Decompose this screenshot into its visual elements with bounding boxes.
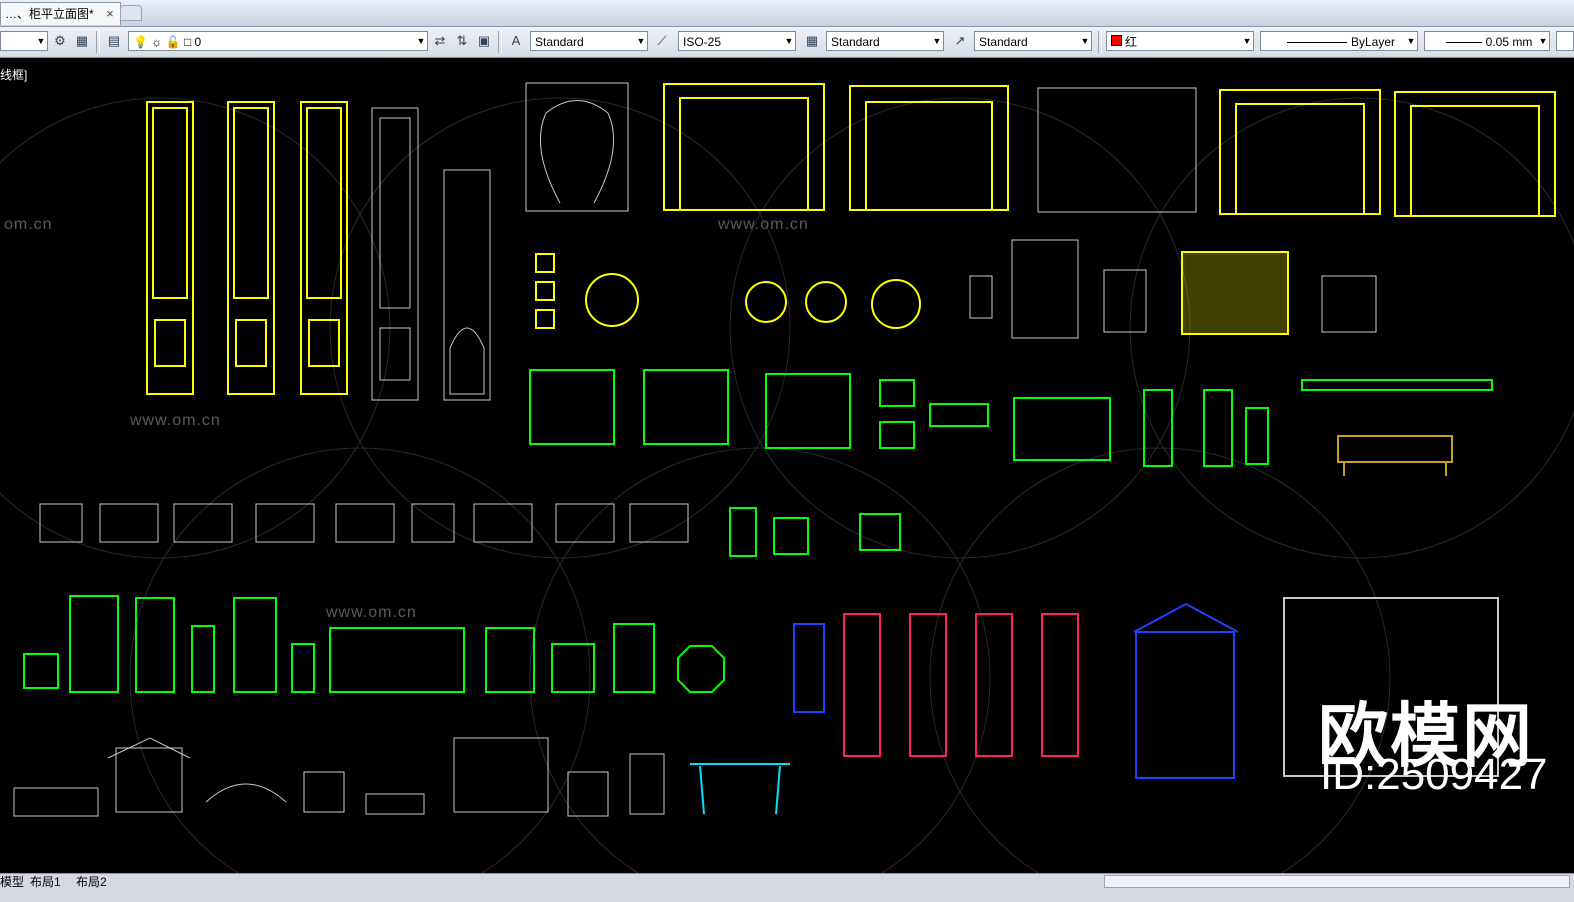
layout-tab-model[interactable]: 模型: [0, 875, 24, 889]
chevron-down-icon: ▼: [636, 36, 646, 46]
document-tab-title: …、柜平立面图*: [5, 7, 94, 21]
document-tab[interactable]: …、柜平立面图* ×: [0, 2, 121, 25]
multileader-style-combo[interactable]: Standard ▼: [974, 31, 1092, 51]
text-style-combo[interactable]: Standard ▼: [530, 31, 648, 51]
cyan-table: [690, 763, 790, 815]
chevron-down-icon: ▼: [1080, 36, 1090, 46]
table-style-icon[interactable]: ▦: [804, 33, 820, 49]
layer-combo[interactable]: 💡 ☼ 🔓 □ 0 ▼: [128, 31, 428, 51]
lineweight-combo[interactable]: 0.05 mm ▼: [1424, 31, 1550, 51]
properties-toolbar: ▼ ⚙ ▦ ▤ 💡 ☼ 🔓 □ 0 ▼ ⇄ ⇅ ▣ A Standard ▼ ⟋ …: [0, 27, 1574, 58]
watermark-url: om.cn: [4, 216, 53, 233]
layer-match-icon[interactable]: ⇅: [454, 33, 470, 49]
table-style-value: Standard: [831, 35, 880, 49]
linetype-value: ByLayer: [1350, 35, 1396, 49]
chevron-down-icon: ▼: [932, 36, 942, 46]
document-tab-bar: …、柜平立面图* ×: [0, 0, 1574, 27]
toolbar-separator: [96, 31, 100, 53]
sun-icon: ☼: [151, 35, 163, 49]
close-icon[interactable]: ×: [106, 3, 114, 25]
toolbar-separator: [1098, 31, 1102, 53]
watermark-url: www.om.cn: [718, 216, 809, 233]
green-lattice-panels: [23, 369, 1493, 693]
multileader-style-value: Standard: [979, 35, 1028, 49]
chevron-down-icon: ▼: [1538, 36, 1548, 46]
layout-tab-layout2[interactable]: 布局2: [76, 875, 107, 889]
line-sample: [1445, 42, 1482, 44]
dim-style-value: ISO-25: [683, 35, 722, 49]
chevron-down-icon: ▼: [784, 36, 794, 46]
color-value: 红: [1125, 35, 1138, 49]
color-swatch-icon: □: [183, 35, 192, 49]
table-style-combo[interactable]: Standard ▼: [826, 31, 944, 51]
watermark-url: www.om.cn: [130, 412, 221, 429]
watermark-url: www.om.cn: [326, 604, 417, 621]
line-sample: [1286, 42, 1347, 44]
chevron-down-icon: ▼: [36, 36, 46, 46]
yellow-arch-frames: [535, 83, 1556, 335]
dim-style-combo[interactable]: ISO-25 ▼: [678, 31, 796, 51]
chevron-down-icon: ▼: [416, 36, 426, 46]
white-door-panels: [371, 82, 1377, 401]
grey-window-row: [13, 503, 689, 817]
lightbulb-icon: 💡: [133, 35, 148, 49]
gear-icon[interactable]: ⚙: [52, 33, 68, 49]
dim-style-icon[interactable]: ⟋: [654, 33, 670, 49]
layer-manager-icon[interactable]: ▤: [106, 33, 122, 49]
new-tab-button[interactable]: [120, 5, 142, 21]
chevron-down-icon: ▼: [1242, 36, 1252, 46]
chevron-down-icon: ▼: [1406, 36, 1416, 46]
lineweight-value: 0.05 mm: [1485, 35, 1533, 49]
grid-icon[interactable]: ▦: [74, 33, 90, 49]
watermark-id: ID:2509427: [1320, 750, 1548, 799]
workspace-combo[interactable]: ▼: [0, 31, 48, 51]
text-style-icon[interactable]: A: [508, 33, 524, 49]
layer-iso-icon[interactable]: ▣: [476, 33, 492, 49]
multileader-style-icon[interactable]: ↗: [952, 33, 968, 49]
lock-icon: 🔓: [165, 35, 181, 49]
linetype-combo[interactable]: ByLayer ▼: [1260, 31, 1418, 51]
layer-previous-icon[interactable]: ⇄: [432, 33, 448, 49]
plot-style-combo[interactable]: [1556, 31, 1574, 51]
drawing-canvas[interactable]: 线框] om.cn www.om.cn www.om.cn www.om.cn …: [0, 58, 1574, 873]
toolbar-separator: [498, 31, 502, 53]
layout-tab-bar: 模型 布局1 布局2: [0, 873, 1574, 902]
magenta-scroll-panels: [843, 613, 1079, 757]
layer-value: 0: [194, 35, 202, 49]
orange-bench: [1337, 435, 1453, 476]
color-swatch: [1111, 35, 1122, 46]
horizontal-scrollbar[interactable]: [1104, 875, 1570, 888]
color-combo[interactable]: 红 ▼: [1106, 31, 1254, 51]
layout-tab-layout1[interactable]: 布局1: [30, 875, 61, 889]
yellow-door-panels: [146, 101, 348, 395]
text-style-value: Standard: [535, 35, 584, 49]
